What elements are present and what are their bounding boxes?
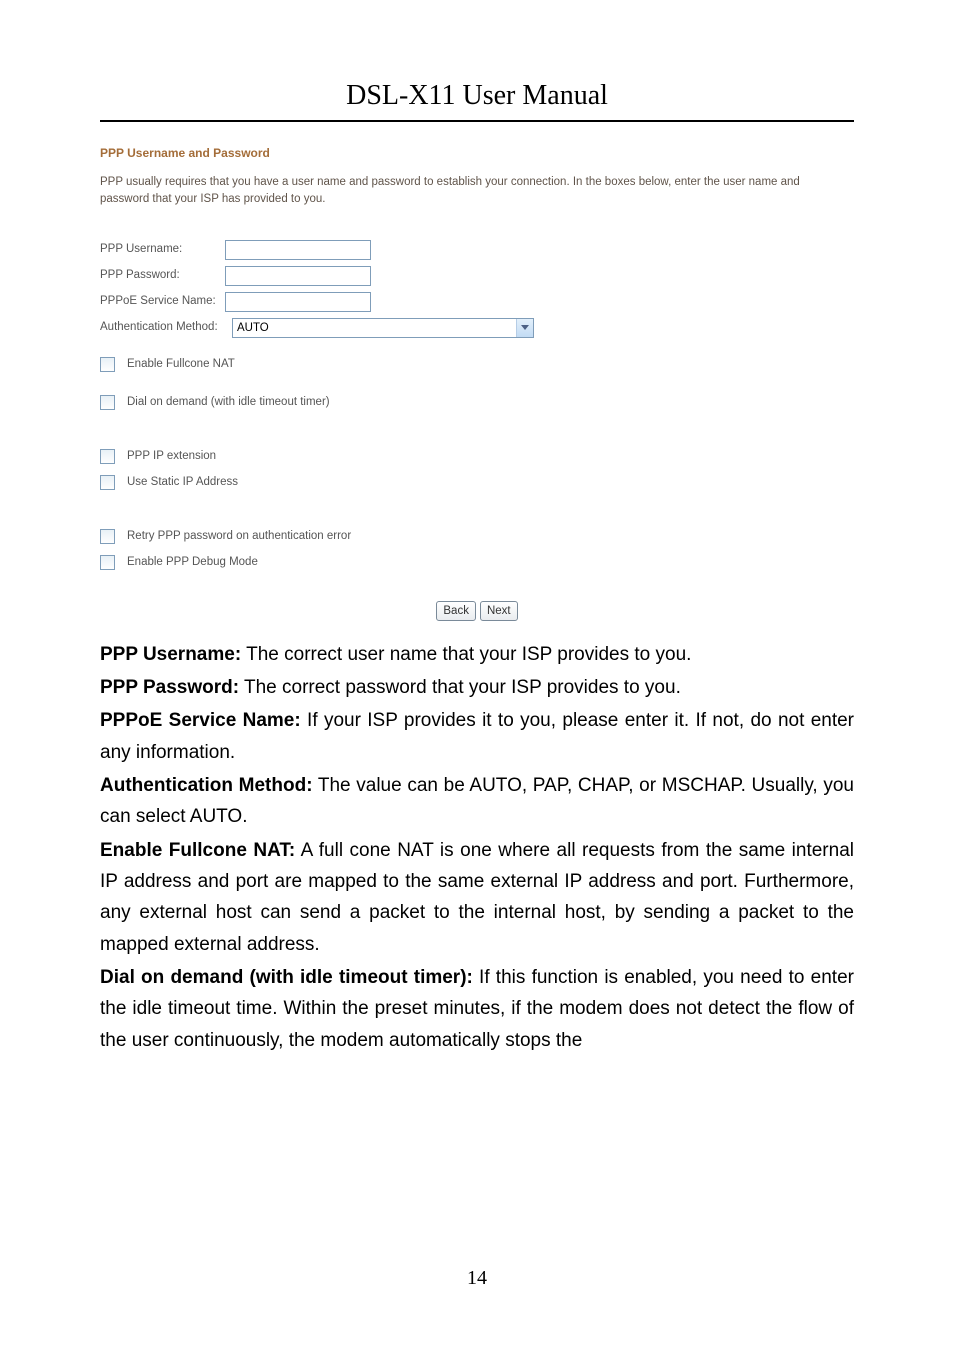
debug-mode-label: Enable PPP Debug Mode bbox=[127, 554, 258, 571]
auth-method-term: Authentication Method: bbox=[100, 775, 313, 796]
title-divider bbox=[100, 120, 854, 122]
ppp-username-label: PPP Username: bbox=[100, 241, 225, 258]
ppp-username-input[interactable] bbox=[225, 240, 371, 260]
use-static-ip-checkbox[interactable] bbox=[100, 475, 115, 490]
debug-mode-checkbox[interactable] bbox=[100, 555, 115, 570]
page-number: 14 bbox=[0, 1267, 954, 1290]
ppp-password-term: PPP Password: bbox=[100, 677, 239, 698]
pppoe-service-input[interactable] bbox=[225, 292, 371, 312]
next-button[interactable]: Next bbox=[480, 601, 518, 621]
ppp-username-desc: The correct user name that your ISP prov… bbox=[241, 644, 691, 665]
ppp-password-input[interactable] bbox=[225, 266, 371, 286]
section-heading: PPP Username and Password bbox=[100, 144, 854, 162]
fullcone-nat-label: Enable Fullcone NAT bbox=[127, 356, 235, 373]
back-button[interactable]: Back bbox=[436, 601, 476, 621]
section-intro: PPP usually requires that you have a use… bbox=[100, 174, 820, 209]
ppp-password-desc: The correct password that your ISP provi… bbox=[239, 677, 681, 698]
ppp-ip-extension-label: PPP IP extension bbox=[127, 448, 216, 465]
page-title: DSL-X11 User Manual bbox=[100, 80, 854, 112]
fullcone-nat-checkbox[interactable] bbox=[100, 357, 115, 372]
pppoe-service-label: PPPoE Service Name: bbox=[100, 293, 225, 310]
auth-method-label: Authentication Method: bbox=[100, 319, 232, 336]
dial-on-demand-label: Dial on demand (with idle timeout timer) bbox=[127, 394, 330, 411]
ppp-ip-extension-checkbox[interactable] bbox=[100, 449, 115, 464]
pppoe-service-term: PPPoE Service Name: bbox=[100, 710, 301, 731]
retry-ppp-label: Retry PPP password on authentication err… bbox=[127, 528, 351, 545]
use-static-ip-label: Use Static IP Address bbox=[127, 474, 238, 491]
fullcone-nat-term: Enable Fullcone NAT: bbox=[100, 840, 295, 861]
dial-on-demand-checkbox[interactable] bbox=[100, 395, 115, 410]
auth-method-select[interactable]: AUTO bbox=[232, 318, 534, 338]
ppp-username-term: PPP Username: bbox=[100, 644, 241, 665]
config-screenshot: PPP Username and Password PPP usually re… bbox=[100, 144, 854, 621]
explanation-block: PPP Username: The correct user name that… bbox=[100, 639, 854, 1056]
dial-on-demand-term: Dial on demand (with idle timeout timer)… bbox=[100, 967, 473, 988]
retry-ppp-checkbox[interactable] bbox=[100, 529, 115, 544]
ppp-password-label: PPP Password: bbox=[100, 267, 225, 284]
auth-method-value: AUTO bbox=[233, 319, 516, 337]
chevron-down-icon bbox=[516, 319, 533, 337]
